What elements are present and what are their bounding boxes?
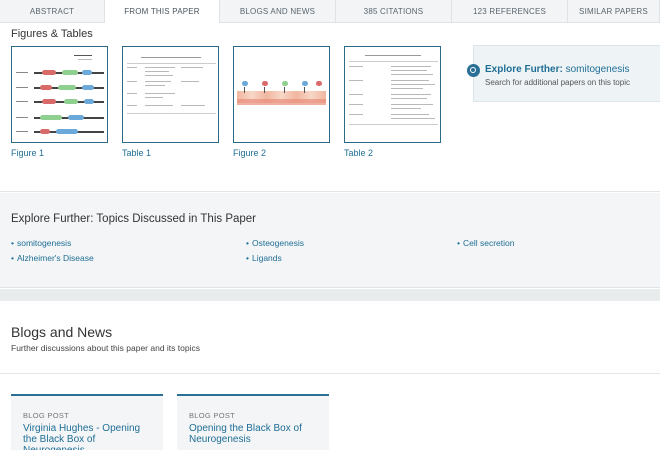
blogs-subtitle: Further discussions about this paper and… [11,343,200,353]
topic-link[interactable]: somitogenesis [11,238,71,248]
topics-section: Explore Further: Topics Discussed in Thi… [0,193,660,288]
explore-further-topic[interactable]: somitogenesis [566,64,630,75]
topic-link[interactable]: Ligands [246,253,282,263]
table-2-thumbnail[interactable] [344,46,441,143]
blog-post-label: BLOG POST [189,411,236,420]
explore-further-label: Explore Further: [485,64,563,75]
blog-post-card[interactable]: BLOG POST Virginia Hughes - Opening the … [11,394,163,450]
figure-1-thumbnail[interactable] [11,46,108,143]
tab-citations[interactable]: 385 CITATIONS [336,0,452,23]
tab-bar: ABSTRACT FROM THIS PAPER BLOGS AND NEWS … [0,0,660,23]
explore-further-subtitle: Search for additional papers on this top… [485,78,630,87]
topic-link[interactable]: Osteogenesis [246,238,304,248]
table-1-caption[interactable]: Table 1 [122,148,151,158]
figure-2-caption[interactable]: Figure 2 [233,148,266,158]
blog-post-label: BLOG POST [23,411,70,420]
blogs-section: Blogs and News Further discussions about… [0,301,660,450]
topic-link[interactable]: Alzheimer's Disease [11,253,94,263]
topics-title: Explore Further: Topics Discussed in Thi… [11,213,257,225]
tab-similar-papers[interactable]: SIMILAR PAPERS [568,0,660,23]
search-icon [467,64,480,77]
section-divider [0,289,660,301]
blog-post-title[interactable]: Opening the Black Box of Neurogenesis [189,423,319,445]
blogs-divider [0,373,660,374]
tab-from-this-paper[interactable]: FROM THIS PAPER [105,0,220,23]
explore-further-title[interactable]: Explore Further: somitogenesis [485,64,630,75]
topic-link[interactable]: Cell secretion [457,238,515,248]
figure-2-thumbnail[interactable] [233,46,330,143]
tab-blogs-and-news[interactable]: BLOGS AND NEWS [220,0,336,23]
blogs-title: Blogs and News [11,324,113,340]
table-2-caption[interactable]: Table 2 [344,148,373,158]
table-1-thumbnail[interactable] [122,46,219,143]
blog-post-card[interactable]: BLOG POST Opening the Black Box of Neuro… [177,394,329,450]
figure-1-caption[interactable]: Figure 1 [11,148,44,158]
figures-title: Figures & Tables [11,28,93,40]
tab-references[interactable]: 123 REFERENCES [452,0,568,23]
tab-abstract[interactable]: ABSTRACT [0,0,105,23]
blog-post-title[interactable]: Virginia Hughes - Opening the Black Box … [23,423,153,450]
